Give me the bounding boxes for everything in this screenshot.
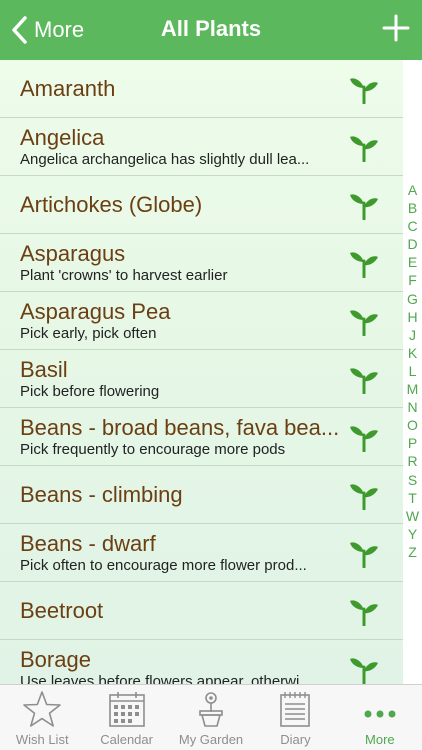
tab-bar: Wish List Calendar My Garden Diary More (0, 684, 422, 750)
plant-list[interactable]: Amaranth Angelica Angelica archangelica ha… (0, 60, 403, 684)
plant-row[interactable]: Beetroot (0, 582, 403, 640)
index-letter[interactable]: A (403, 181, 422, 199)
index-letter[interactable]: E (403, 253, 422, 271)
index-letter[interactable]: W (403, 507, 422, 525)
sprout-icon (350, 136, 378, 162)
plant-row[interactable]: Basil Pick before flowering (0, 350, 403, 408)
plant-name: Beetroot (20, 598, 104, 623)
sprout-icon (350, 368, 378, 394)
plant-row[interactable]: Amaranth (0, 60, 403, 118)
index-letter[interactable]: T (403, 489, 422, 507)
plant-name: Basil (20, 356, 68, 382)
index-letter[interactable]: K (403, 344, 422, 362)
index-letter[interactable]: Z (403, 543, 422, 561)
tab-my-garden[interactable]: My Garden (169, 685, 253, 750)
plant-name: Asparagus (20, 240, 126, 266)
plant-row[interactable]: Asparagus Plant 'crowns' to harvest earli… (0, 234, 403, 292)
sprout-icon (350, 484, 378, 510)
calendar-icon (108, 692, 145, 727)
sprout-icon (350, 310, 378, 336)
back-button[interactable]: More (10, 14, 84, 46)
plant-note: Plant 'crowns' to harvest earlier (20, 266, 228, 284)
index-letter[interactable]: B (403, 199, 422, 217)
add-plant-button[interactable] (382, 14, 410, 42)
index-letter[interactable]: M (403, 380, 422, 398)
sprout-icon (350, 600, 378, 626)
plant-row[interactable]: Beans - broad beans, fava bea... Pick fre… (0, 408, 403, 466)
plant-row[interactable]: Asparagus Pea Pick early, pick often (0, 292, 403, 350)
tab-label: My Garden (178, 732, 244, 747)
plant-note: Use leaves before flowers appear, otherw… (20, 672, 312, 685)
plant-row[interactable]: Artichokes (Globe) (0, 176, 403, 234)
plant-name: Asparagus Pea (20, 298, 171, 324)
star-icon (23, 691, 62, 727)
index-letter[interactable]: Y (403, 525, 422, 543)
tab-label: More (365, 732, 395, 747)
plant-note: Pick frequently to encourage more pods (20, 440, 286, 458)
tab-calendar[interactable]: Calendar (84, 685, 168, 750)
sprout-icon (350, 426, 378, 452)
plant-row[interactable]: Angelica Angelica archangelica has slight… (0, 118, 403, 176)
tab-label: Calendar (100, 732, 153, 747)
sprout-icon (350, 194, 378, 220)
plant-name: Beans - climbing (20, 482, 183, 507)
back-button-label: More (34, 17, 85, 42)
chevron-left-icon (12, 16, 27, 44)
plant-note: Pick before flowering (20, 382, 160, 400)
index-letter[interactable]: G (403, 290, 422, 308)
plant-name: Artichokes (Globe) (20, 192, 203, 217)
sprout-icon (350, 252, 378, 278)
plant-name: Borage (20, 646, 91, 672)
notebook-icon (280, 692, 311, 727)
index-letter[interactable]: N (403, 398, 422, 416)
plant-name: Amaranth (20, 76, 116, 101)
tab-diary[interactable]: Diary (253, 685, 337, 750)
more-dots-icon (364, 710, 396, 718)
index-letter[interactable]: J (403, 326, 422, 344)
plant-name: Beans - dwarf (20, 530, 156, 556)
index-letter[interactable]: L (403, 362, 422, 380)
plant-row[interactable]: Beans - climbing (0, 466, 403, 524)
tab-wish-list[interactable]: Wish List (0, 685, 84, 750)
sprout-icon (350, 78, 378, 104)
plant-note: Pick often to encourage more flower prod… (20, 556, 307, 574)
flowerpot-icon (199, 692, 223, 727)
index-letter[interactable]: S (403, 471, 422, 489)
index-letter[interactable]: D (403, 235, 422, 253)
sprout-icon (350, 658, 378, 684)
index-letter[interactable]: H (403, 308, 422, 326)
sprout-icon (350, 542, 378, 568)
plant-name: Beans - broad beans, fava bea... (20, 414, 340, 440)
plant-note: Angelica archangelica has slightly dull … (20, 150, 310, 168)
index-letter[interactable]: C (403, 217, 422, 235)
plant-note: Pick early, pick often (20, 324, 157, 342)
alphabet-index[interactable]: ABCDEFGHJKLMNOPRSTWYZ (403, 60, 422, 684)
index-letter[interactable]: O (403, 416, 422, 434)
tab-label: Diary (280, 732, 311, 747)
index-letter[interactable]: F (403, 271, 422, 289)
index-letter[interactable]: R (403, 452, 422, 470)
nav-bar: More All Plants (0, 0, 422, 60)
tab-more[interactable]: More (338, 685, 422, 750)
plant-row[interactable]: Beans - dwarf Pick often to encourage mor… (0, 524, 403, 582)
index-letter[interactable]: P (403, 434, 422, 452)
tab-label: Wish List (15, 732, 69, 747)
plant-name: Angelica (20, 124, 105, 150)
plant-row[interactable]: Borage Use leaves before flowers appear, … (0, 640, 403, 684)
